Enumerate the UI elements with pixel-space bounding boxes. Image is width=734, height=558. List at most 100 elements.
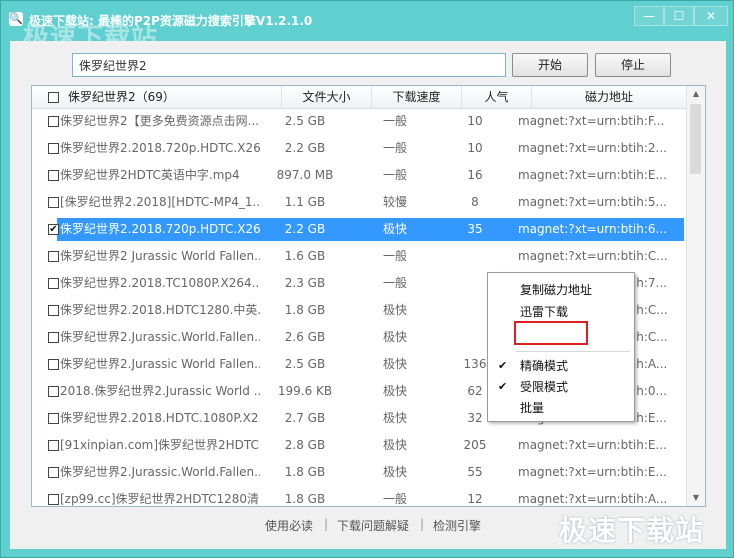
table-row[interactable]: 侏罗纪世界2.2018.720p.HDTC.X26... 2.2 GB 一般 10 ma… [32, 135, 684, 162]
row-size: 2.8 GB [284, 438, 326, 452]
maximize-button[interactable]: ☐ [664, 6, 694, 26]
row-popularity: 16 [467, 168, 483, 182]
menu-item-exact-mode[interactable]: ✔ 精确模式 [488, 355, 634, 377]
row-magnet: magnet:?xt=urn:btih:2... [518, 141, 667, 155]
row-checkbox[interactable]: ✔ [48, 224, 59, 235]
scroll-up-icon[interactable]: ▲ [687, 86, 705, 102]
app-search-icon: 🔍 [9, 12, 23, 26]
row-speed: 极快 [382, 357, 407, 371]
close-button[interactable]: ✕ [694, 6, 728, 26]
row-checkbox[interactable] [48, 413, 59, 424]
footer-link-guide[interactable]: 使用必读 [265, 517, 313, 534]
table-row[interactable]: ✔ 侏罗纪世界2.2018.720p.HDTC.X26... 2.2 GB 极快 35 m… [32, 216, 684, 243]
row-checkbox[interactable] [48, 197, 59, 208]
footer-separator: | [324, 517, 329, 531]
menu-item-label: 批量 [520, 401, 545, 415]
table-row[interactable]: 侏罗纪世界2HDTC英语中字.mp4 897.0 MB 一般 16 magnet:?xt… [32, 162, 684, 189]
menu-item-copy-magnet[interactable]: 复制磁力地址 [488, 279, 634, 301]
menu-item-restricted-mode[interactable]: ✔ 受限模式 [488, 377, 634, 397]
results-table: 侏罗纪世界2（69） 文件大小 下载速度 人气 磁力地址 侏罗纪世界2【更多免费… [31, 85, 706, 507]
row-popularity: 35 [467, 222, 483, 236]
start-button[interactable]: 开始 [512, 53, 588, 77]
footer-link-faq[interactable]: 下载问题解疑 [337, 517, 409, 534]
minimize-button[interactable]: — [634, 6, 664, 26]
watermark-bottom: 极速下载站 [559, 514, 705, 547]
row-size: 2.5 GB [284, 114, 326, 128]
header-popularity[interactable]: 人气 [462, 86, 532, 108]
row-speed: 极快 [382, 438, 407, 452]
row-speed: 极快 [382, 465, 407, 479]
row-checkbox[interactable] [48, 116, 59, 127]
row-checkbox[interactable] [48, 359, 59, 370]
row-checkbox[interactable] [48, 467, 59, 478]
row-magnet: magnet:?xt=urn:btih:E... [518, 438, 667, 452]
table-row[interactable]: 侏罗纪世界2【更多免费资源点击网... 2.5 GB 一般 10 magnet:?xt=… [32, 108, 684, 135]
row-checkbox[interactable] [48, 143, 59, 154]
row-speed: 极快 [382, 330, 407, 344]
footer-link-check-engine[interactable]: 检测引擎 [433, 517, 481, 534]
menu-item-label: 复制磁力地址 [520, 283, 593, 297]
check-icon: ✔ [498, 380, 508, 393]
row-size: 1.8 GB [284, 303, 326, 317]
table-row[interactable]: [zp99.cc]侏罗纪世界2HDTC1280清... 1.8 GB 一般 12 mag… [32, 486, 684, 506]
row-magnet: magnet:?xt=urn:btih:5... [518, 195, 667, 209]
row-name: 侏罗纪世界2.Jurassic.World.Fallen... [60, 330, 260, 344]
row-magnet: magnet:?xt=urn:btih:E... [518, 465, 667, 479]
row-name: [zp99.cc]侏罗纪世界2HDTC1280清... [60, 492, 260, 506]
table-row[interactable]: [侏罗纪世界2.2018][HDTC-MP4_1.... 1.1 GB 较慢 8 mag… [32, 189, 684, 216]
menu-item-label: 迅雷下载 [520, 305, 569, 319]
row-name: 侏罗纪世界2.2018.HDTC1280.中英... [60, 303, 260, 317]
scroll-down-icon[interactable]: ▼ [687, 490, 705, 506]
row-checkbox[interactable] [48, 440, 59, 451]
row-size: 897.0 MB [276, 168, 334, 182]
row-speed: 一般 [382, 492, 407, 506]
row-popularity: 55 [467, 465, 483, 479]
row-popularity: 10 [467, 114, 483, 128]
row-speed: 一般 [382, 168, 407, 182]
row-magnet: magnet:?xt=urn:btih:E... [518, 168, 667, 182]
table-row[interactable]: 侏罗纪世界2 Jurassic World Fallen... 1.6 GB 一般 m… [32, 243, 684, 270]
row-popularity: 12 [467, 492, 483, 506]
row-name: 侏罗纪世界2.2018.720p.HDTC.X26... [60, 141, 260, 155]
scroll-thumb[interactable] [690, 104, 701, 174]
row-speed: 一般 [382, 141, 407, 155]
row-name: 侏罗纪世界2.2018.720p.HDTC.X26... [60, 222, 260, 236]
menu-item-thunder-download[interactable]: 迅雷下载 [488, 301, 634, 323]
row-size: 1.8 GB [284, 465, 326, 479]
row-checkbox[interactable] [48, 494, 59, 505]
row-checkbox[interactable] [48, 332, 59, 343]
row-speed: 较慢 [382, 195, 407, 209]
menu-separator [516, 351, 630, 352]
row-size: 2.3 GB [284, 276, 326, 290]
context-menu: 复制磁力地址 迅雷下载 ✔ 精确模式 ✔ 受限模式 批量 [487, 272, 635, 422]
menu-item-label: 受限模式 [520, 380, 569, 394]
header-magnet[interactable]: 磁力地址 [532, 86, 687, 108]
title-bar[interactable]: 🔍 极速下载站: 最棒的P2P资源磁力搜索引擎V1.2.1.0 极速下载站 — … [1, 1, 733, 53]
table-row[interactable]: 侏罗纪世界2.Jurassic.World.Fallen... 1.8 GB 极快 5… [32, 459, 684, 486]
row-size: 1.6 GB [284, 249, 326, 263]
search-input[interactable] [72, 53, 506, 77]
row-speed: 极快 [382, 411, 407, 425]
row-size: 2.2 GB [284, 222, 326, 236]
row-magnet: magnet:?xt=urn:btih:A... [518, 492, 668, 506]
row-magnet: magnet:?xt=urn:btih:F... [518, 114, 665, 128]
row-size: 1.1 GB [284, 195, 326, 209]
row-checkbox[interactable] [48, 386, 59, 397]
row-name: 2018.侏罗纪世界2.Jurassic World ... [60, 384, 260, 398]
header-speed[interactable]: 下载速度 [372, 86, 462, 108]
row-checkbox[interactable] [48, 278, 59, 289]
row-checkbox[interactable] [48, 305, 59, 316]
vertical-scrollbar[interactable]: ▲ ▼ [686, 86, 705, 506]
row-speed: 一般 [382, 276, 407, 290]
row-speed: 一般 [382, 114, 407, 128]
stop-button[interactable]: 停止 [595, 53, 671, 77]
header-name[interactable]: 侏罗纪世界2（69） [32, 86, 282, 108]
menu-item-batch[interactable]: 批量 [488, 397, 634, 419]
table-header: 侏罗纪世界2（69） 文件大小 下载速度 人气 磁力地址 [32, 86, 705, 109]
row-popularity: 205 [463, 438, 487, 452]
row-checkbox[interactable] [48, 170, 59, 181]
row-checkbox[interactable] [48, 251, 59, 262]
footer-separator: | [420, 517, 425, 531]
header-size[interactable]: 文件大小 [282, 86, 372, 108]
table-row[interactable]: [91xinpian.com]侏罗纪世界2HDTC... 2.8 GB 极快 205 m… [32, 432, 684, 459]
